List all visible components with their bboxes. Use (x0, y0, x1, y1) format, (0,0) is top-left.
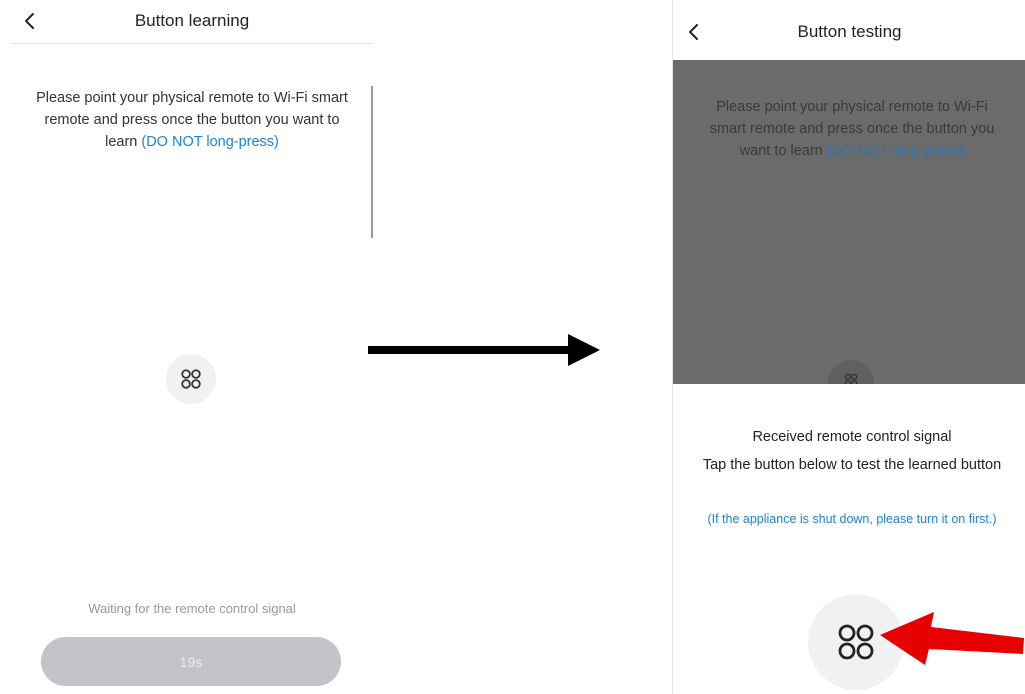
appliance-note: (If the appliance is shut down, please t… (707, 512, 997, 526)
clover-command-icon (838, 624, 874, 660)
button-learning-screen: Button learning Please point your physic… (11, 0, 373, 694)
dimmed-overlay[interactable]: Please point your physical remote to Wi-… (673, 60, 1025, 384)
countdown-button[interactable]: 19s (41, 637, 341, 686)
clover-command-icon (181, 369, 201, 389)
received-title: Received remote control signal (752, 429, 952, 445)
scrollbar[interactable] (371, 86, 373, 238)
instruction-highlight: (DO NOT long-press) (141, 134, 279, 150)
received-message: Received remote control signal Tap the b… (697, 423, 1007, 479)
instruction-text: Please point your physical remote to Wi-… (31, 87, 353, 153)
red-arrow-icon (880, 612, 1024, 665)
right-arrow-icon (368, 334, 600, 366)
learn-button-placeholder (166, 354, 216, 404)
header-bar: Button testing (673, 0, 1025, 60)
instruction-text: Please point your physical remote to Wi-… (697, 96, 1007, 162)
received-instruction: Tap the button below to test the learned… (702, 457, 1002, 473)
comparison-stage: Button learning Please point your physic… (0, 0, 1025, 694)
page-title: Button testing (797, 22, 902, 41)
page-title: Button learning (134, 11, 250, 30)
header-bar: Button learning (11, 0, 373, 44)
waiting-status: Waiting for the remote control signal (88, 601, 296, 616)
clover-command-icon (844, 373, 858, 384)
instruction-highlight: (DO NOT long-press) (826, 143, 965, 159)
button-testing-screen: Button testing Please point your physica… (672, 0, 1025, 694)
